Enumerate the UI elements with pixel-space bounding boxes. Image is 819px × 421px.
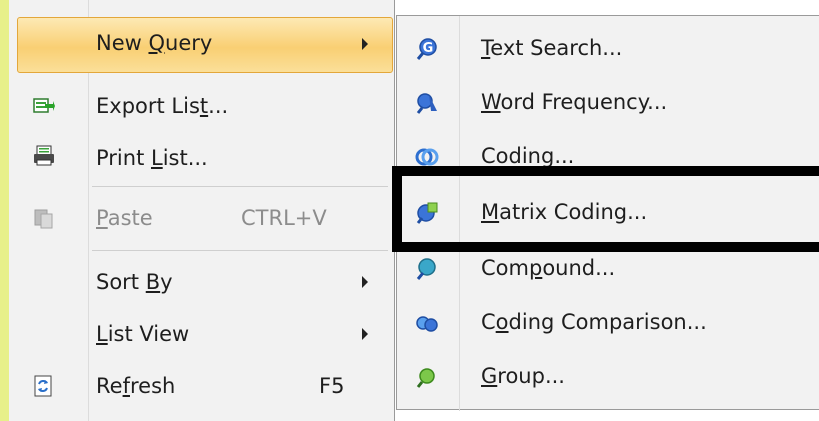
submenu-item-compound[interactable]: Compound...: [397, 242, 817, 294]
menu-item-print-list[interactable]: Print List...: [9, 134, 389, 184]
menu-item-label: New Query: [96, 31, 213, 55]
submenu-item-label: Coding Comparison...: [481, 310, 707, 334]
menu-item-label: Export List...: [96, 94, 229, 118]
submenu-item-label: Coding...: [481, 144, 575, 168]
menu-item-new-query[interactable]: New Query: [9, 10, 393, 73]
menu-item-paste[interactable]: Paste CTRL+V: [9, 194, 389, 244]
submenu-arrow-icon: [362, 38, 368, 50]
submenu-item-text-search[interactable]: G Text Search...: [397, 22, 817, 74]
paste-icon: [34, 209, 53, 229]
submenu-item-word-frequency[interactable]: Word Frequency...: [397, 76, 817, 128]
submenu-item-label: Compound...: [481, 256, 616, 280]
submenu-item-matrix-coding[interactable]: Matrix Coding...: [397, 186, 817, 238]
submenu-arrow-icon: [362, 328, 368, 340]
compound-icon: [416, 258, 436, 280]
group-icon: [416, 368, 435, 388]
word-frequency-icon: [416, 93, 437, 114]
menu-item-label: Print List...: [96, 146, 208, 170]
menu-item-sort-by[interactable]: Sort By: [9, 258, 389, 308]
background-window-strip: [0, 0, 9, 421]
submenu-item-label: Text Search...: [481, 36, 623, 60]
shortcut-label: F5: [319, 374, 345, 398]
coding-comparison-icon: [416, 316, 438, 332]
submenu-item-label: Group...: [481, 364, 565, 388]
menu-item-label: List View: [96, 322, 190, 346]
menu-separator: [92, 250, 388, 251]
submenu-item-coding-comparison[interactable]: Coding Comparison...: [397, 296, 817, 348]
menu-separator: [92, 186, 388, 187]
menu-item-label: Sort By: [96, 270, 173, 294]
menu-item-export-list[interactable]: Export List...: [9, 82, 389, 132]
new-query-submenu: G Text Search... Word Frequency... Codin…: [396, 15, 819, 411]
coding-icon: [415, 148, 439, 166]
submenu-arrow-icon: [362, 276, 368, 288]
menu-item-label: Paste: [96, 206, 153, 230]
submenu-item-coding[interactable]: Coding...: [397, 130, 817, 182]
menu-item-refresh[interactable]: Refresh F5: [9, 362, 389, 412]
submenu-item-label: Word Frequency...: [481, 90, 668, 114]
matrix-coding-icon: [416, 202, 438, 224]
text-search-icon: G: [416, 38, 437, 60]
submenu-item-label: Matrix Coding...: [481, 200, 648, 224]
shortcut-label: CTRL+V: [241, 206, 327, 230]
svg-text:G: G: [423, 41, 434, 56]
export-list-icon: [33, 98, 55, 113]
menu-item-list-view[interactable]: List View: [9, 310, 389, 360]
submenu-item-group[interactable]: Group...: [397, 350, 817, 402]
print-list-icon: [34, 145, 54, 166]
refresh-icon: [34, 375, 52, 397]
context-menu: New Query Export List... Print List... P…: [9, 0, 395, 421]
menu-item-label: Refresh: [96, 374, 176, 398]
